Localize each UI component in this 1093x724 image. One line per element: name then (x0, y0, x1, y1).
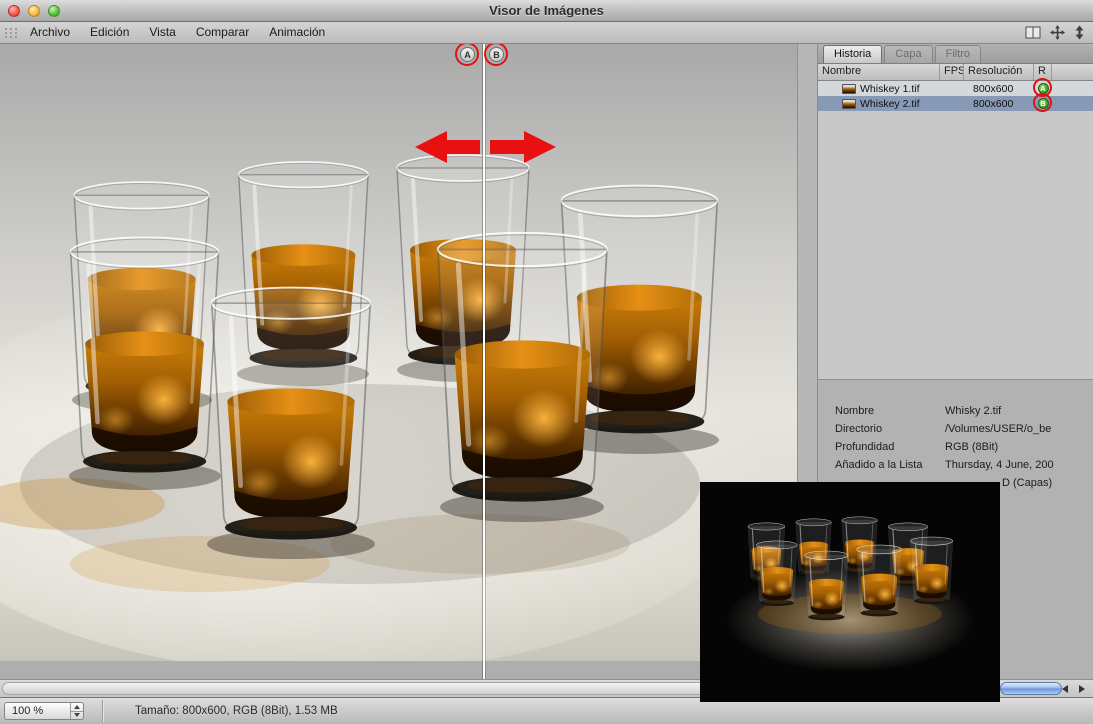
status-divider (102, 700, 103, 722)
zoom-value: 100 % (5, 705, 70, 717)
render-image (0, 44, 797, 661)
left-arrow-icon (1062, 685, 1068, 693)
toolbar-right (1025, 25, 1093, 40)
annotation-arrow-left (405, 129, 485, 165)
file-thumbnail-icon (842, 84, 856, 94)
info-row-nombre: Nombre Whisky 2.tif (835, 402, 1093, 420)
file-name: Whiskey 1.tif (860, 83, 920, 95)
resolution-value: 800x600 (964, 98, 1034, 110)
window-title: Visor de Imágenes (0, 0, 1093, 22)
file-info: Nombre Whisky 2.tif Directorio /Volumes/… (835, 402, 1093, 492)
scroll-right-button[interactable] (1073, 681, 1090, 697)
info-label: Añadido a la Lista (835, 459, 945, 471)
scroll-left-button[interactable] (1056, 681, 1073, 697)
image-size-info: Tamaño: 800x600, RGB (8Bit), 1.53 MB (135, 698, 338, 724)
marker-b-label: B (493, 50, 500, 60)
up-arrow-icon (74, 705, 80, 709)
annotation-arrow-right (486, 129, 566, 165)
info-row-directorio: Directorio /Volumes/USER/o_be (835, 420, 1093, 438)
info-value: Whisky 2.tif (945, 405, 1001, 417)
drag-grip-icon[interactable] (2, 26, 20, 40)
compare-a-badge[interactable]: A (1038, 83, 1049, 94)
updown-arrows-icon[interactable] (1074, 25, 1085, 40)
image-canvas[interactable]: A B (0, 44, 797, 679)
marker-a-chip[interactable]: A (460, 47, 475, 62)
zoom-level-select[interactable]: 100 % (4, 702, 84, 720)
table-row[interactable]: Whiskey 2.tif 800x600 B (818, 96, 1093, 111)
info-row-profundidad: Profundidad RGB (8Bit) (835, 438, 1093, 456)
info-value: /Volumes/USER/o_be (945, 423, 1051, 435)
info-label: Directorio (835, 423, 945, 435)
dual-pane-icon[interactable] (1025, 26, 1041, 39)
column-header-filler (1052, 64, 1093, 80)
panel-tabs: Historia Capa Filtro (818, 44, 1093, 64)
menu-comparar[interactable]: Comparar (186, 22, 259, 43)
preview-overlay[interactable] (700, 482, 1000, 702)
column-header-resolucion[interactable]: Resolución (964, 64, 1034, 80)
zoom-stepper (70, 703, 83, 719)
panel-scroll-thumb[interactable] (1000, 682, 1062, 695)
table-header: Nombre FPS Resolución R (818, 64, 1093, 81)
table-row[interactable]: Whiskey 1.tif 800x600 A (818, 81, 1093, 96)
zoom-increase-button[interactable] (71, 703, 83, 712)
menu-edicion[interactable]: Edición (80, 22, 139, 43)
menu-animacion[interactable]: Animación (259, 22, 335, 43)
marker-a-label: A (464, 50, 471, 60)
info-value: Thursday, 4 June, 200 (945, 459, 1054, 471)
column-header-nombre[interactable]: Nombre (818, 64, 940, 80)
menu-vista[interactable]: Vista (139, 22, 185, 43)
preview-thumbnail-image (700, 482, 1000, 702)
info-label: Profundidad (835, 441, 945, 453)
column-header-r[interactable]: R (1034, 64, 1052, 80)
tab-capa[interactable]: Capa (884, 45, 932, 63)
file-thumbnail-icon (842, 99, 856, 109)
column-header-fps[interactable]: FPS (940, 64, 964, 80)
menu-archivo[interactable]: Archivo (20, 22, 80, 43)
scroll-buttons (1056, 681, 1090, 697)
right-arrow-icon (1079, 685, 1085, 693)
info-value: D (Capas) (1002, 477, 1052, 489)
resolution-value: 800x600 (964, 83, 1034, 95)
marker-b-chip[interactable]: B (489, 47, 504, 62)
tab-historia[interactable]: Historia (823, 45, 882, 63)
viewer-scroll-thumb[interactable] (2, 682, 811, 695)
menubar: Archivo Edición Vista Comparar Animación (0, 22, 1093, 44)
zoom-decrease-button[interactable] (71, 712, 83, 720)
titlebar[interactable]: Visor de Imágenes (0, 0, 1093, 22)
info-row-anadido: Añadido a la Lista Thursday, 4 June, 200 (835, 456, 1093, 474)
down-arrow-icon (74, 713, 80, 717)
file-name: Whiskey 2.tif (860, 98, 920, 110)
info-value: RGB (8Bit) (945, 441, 998, 453)
history-list[interactable]: Nombre FPS Resolución R Whiskey 1.tif 80… (818, 64, 1093, 380)
app-window: Visor de Imágenes Archivo Edición Vista … (0, 0, 1093, 724)
pan-move-icon[interactable] (1050, 25, 1065, 40)
info-label: Nombre (835, 405, 945, 417)
viewer-horizontal-scrollbar[interactable] (0, 679, 818, 697)
tab-filtro[interactable]: Filtro (935, 45, 981, 63)
compare-b-badge[interactable]: B (1038, 98, 1049, 109)
